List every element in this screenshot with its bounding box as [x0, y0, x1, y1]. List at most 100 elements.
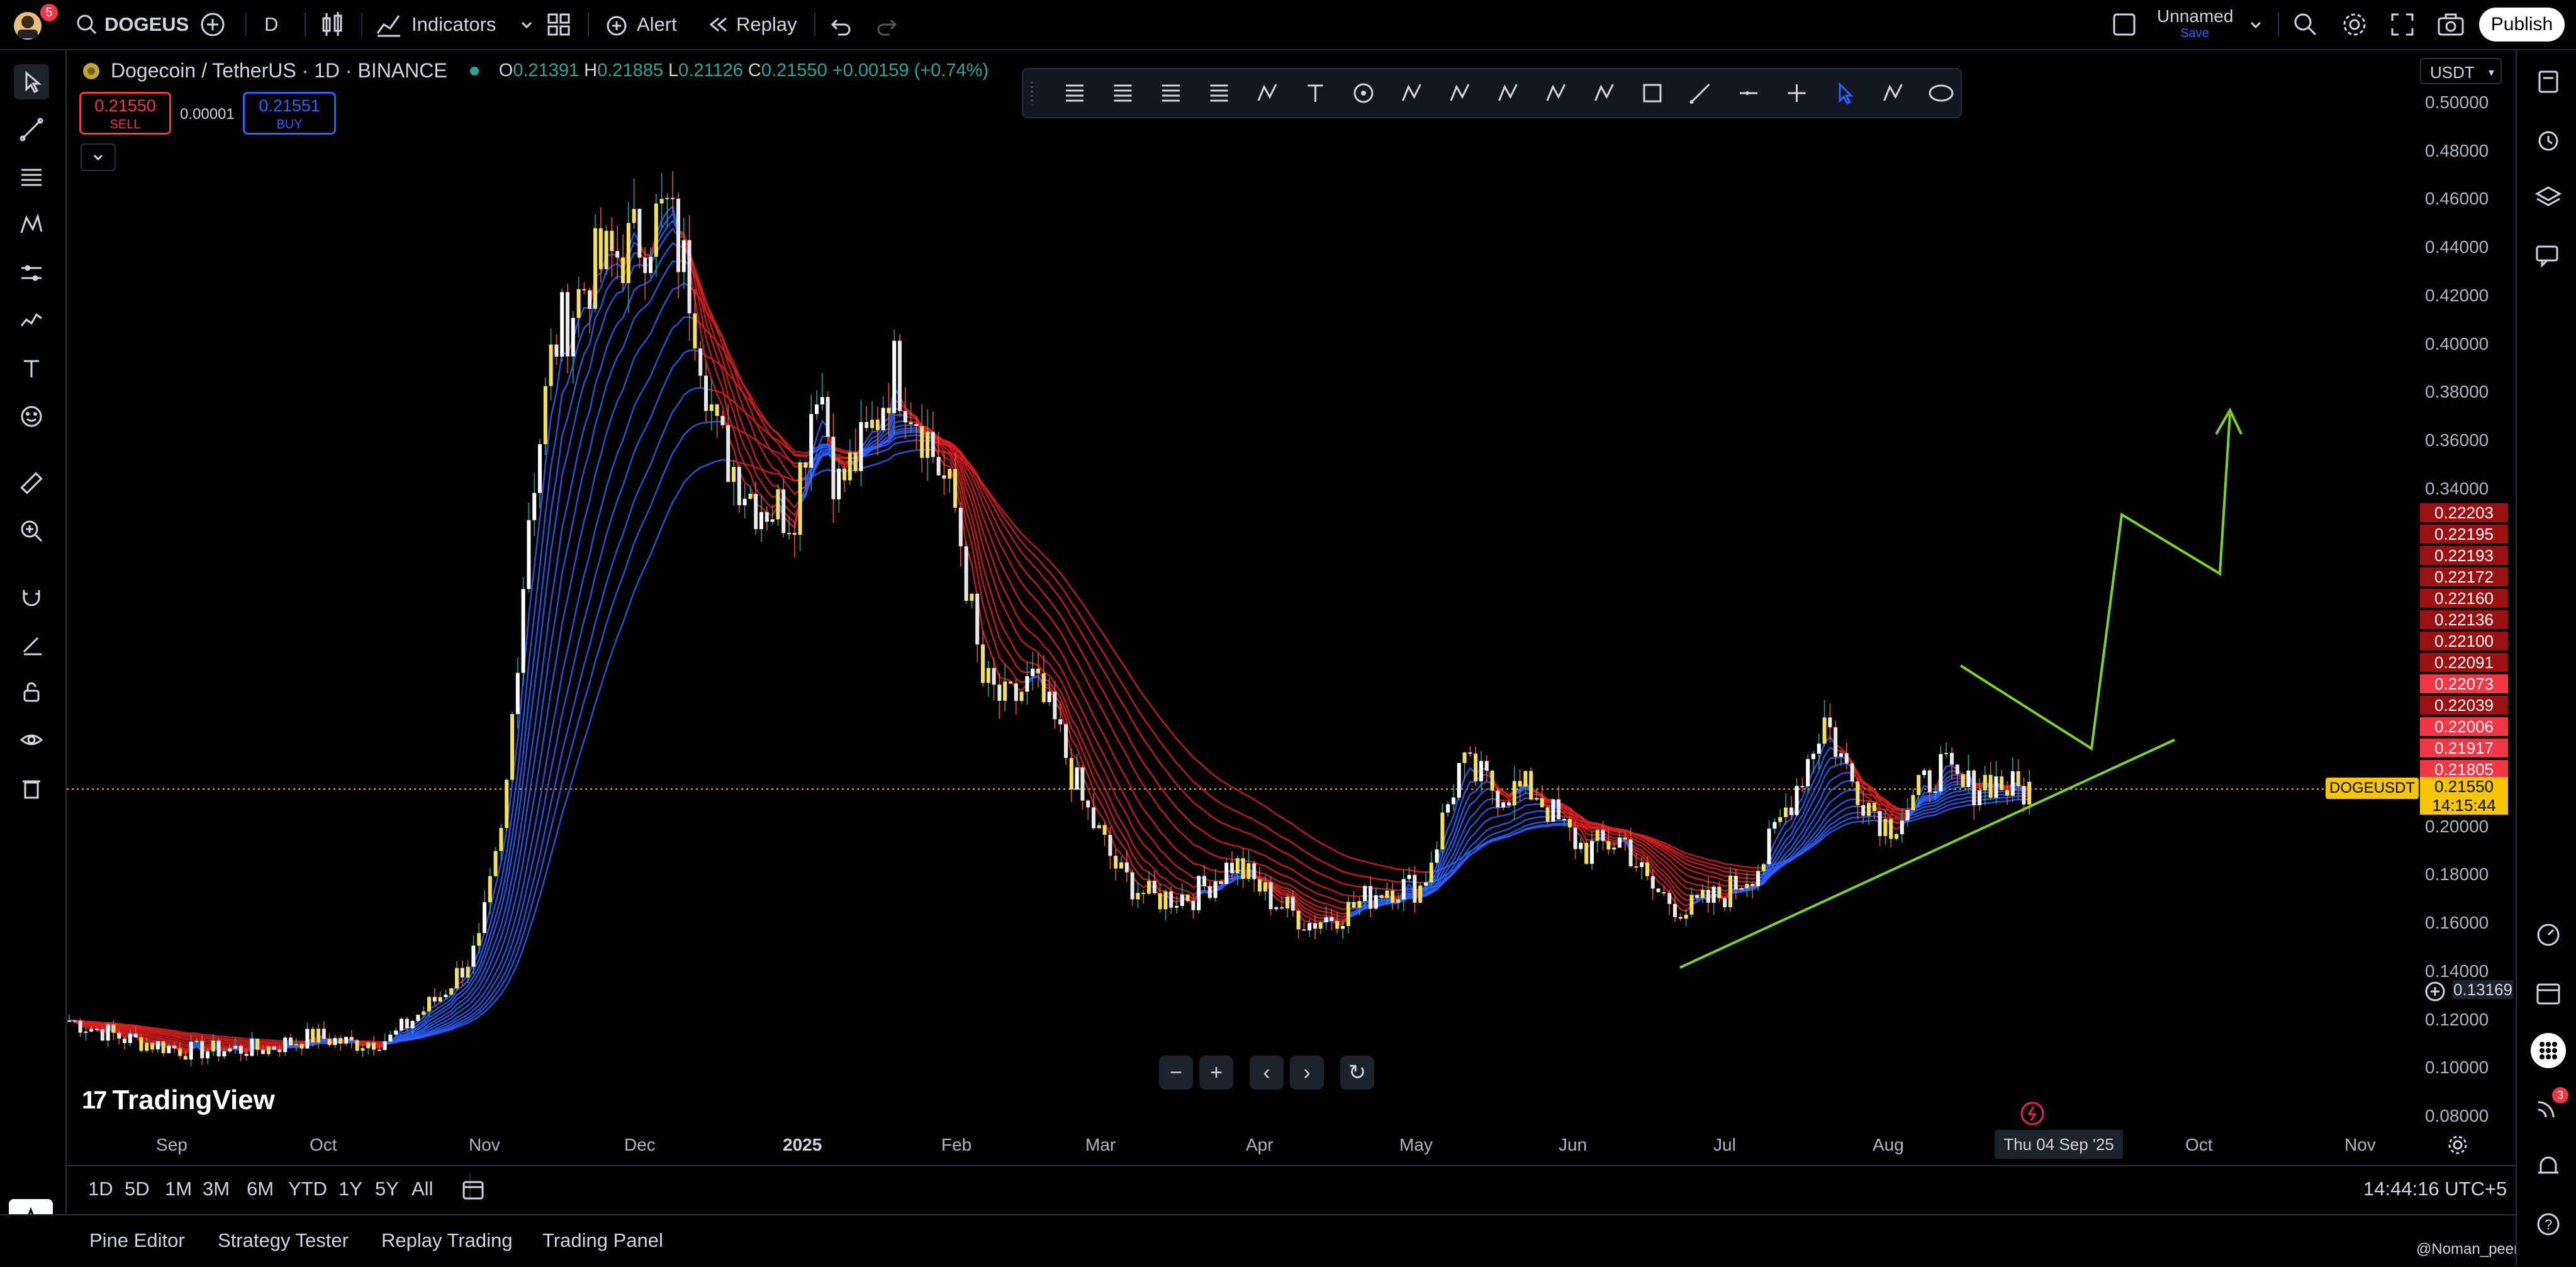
- symbol-search[interactable]: DOGEUS: [74, 0, 189, 49]
- candle-body: [1972, 771, 1976, 805]
- range-5d[interactable]: 5D: [125, 1178, 150, 1200]
- zoom-tool[interactable]: [14, 513, 49, 549]
- candle-body: [1446, 804, 1450, 812]
- brush-tool[interactable]: [14, 303, 49, 338]
- apps-button[interactable]: [2531, 1033, 2566, 1068]
- candle-body: [222, 1051, 226, 1056]
- candle-body: [477, 933, 481, 946]
- undo-button[interactable]: [827, 0, 852, 49]
- utc-clock[interactable]: 14:44:16 UTC+5: [2363, 1178, 2507, 1200]
- zoom-out-button[interactable]: −: [1159, 1056, 1193, 1090]
- layout-select[interactable]: [2112, 0, 2137, 49]
- buy-button[interactable]: 0.21551 BUY: [243, 92, 336, 135]
- bell-icon: [2534, 1153, 2562, 1180]
- remove-drawings-tool[interactable]: [14, 770, 49, 805]
- calendar-button[interactable]: [2531, 975, 2566, 1010]
- scroll-right-button[interactable]: ›: [1290, 1056, 1324, 1090]
- layout-name-block[interactable]: Unnamed Save: [2157, 6, 2232, 41]
- tab-pine-editor[interactable]: Pine Editor: [89, 1229, 185, 1252]
- layout-menu-button[interactable]: [2246, 0, 2265, 49]
- range-1m[interactable]: 1M: [165, 1178, 192, 1200]
- publish-button[interactable]: Publish: [2479, 8, 2565, 42]
- price-axis[interactable]: USDT ▾ 0.500000.480000.460000.440000.420…: [2415, 50, 2509, 1164]
- chart-canvas[interactable]: [67, 50, 2516, 1163]
- ribbon-value-tag: 0.22172: [2420, 567, 2508, 586]
- ideas-stream-button[interactable]: 3: [2531, 1091, 2566, 1126]
- candle-body: [1851, 764, 1854, 782]
- candle-body: [654, 203, 658, 257]
- candle-body: [649, 257, 652, 273]
- calendar-icon[interactable]: [461, 1176, 486, 1202]
- tab-replay-trading[interactable]: Replay Trading: [381, 1229, 513, 1252]
- candle-body: [422, 1012, 425, 1015]
- fullscreen-button[interactable]: [2388, 0, 2416, 49]
- candle-body: [732, 467, 736, 482]
- help-button[interactable]: ?: [2531, 1207, 2566, 1242]
- candle-body: [1452, 798, 1455, 805]
- alerts-button[interactable]: [2531, 122, 2566, 157]
- range-ytd[interactable]: YTD: [288, 1178, 327, 1200]
- range-5y[interactable]: 5Y: [375, 1178, 399, 1200]
- projection-tool[interactable]: [14, 255, 49, 291]
- compare-button[interactable]: [199, 0, 227, 49]
- stay-drawing-tool[interactable]: [14, 627, 49, 662]
- zoom-in-button[interactable]: +: [1199, 1056, 1233, 1090]
- sell-button[interactable]: 0.21550 SELL: [79, 92, 171, 135]
- speedometer-button[interactable]: [2531, 917, 2566, 952]
- trend-line-tool[interactable]: [14, 112, 49, 147]
- lock-tool[interactable]: [14, 674, 49, 710]
- price-chart[interactable]: [67, 50, 2516, 1163]
- add-alert-icon[interactable]: [2424, 980, 2446, 1003]
- candle-body: [483, 902, 486, 933]
- scroll-left-button[interactable]: ‹: [1250, 1056, 1284, 1090]
- gear-icon[interactable]: [2446, 1134, 2469, 1156]
- hide-tool[interactable]: [14, 722, 49, 757]
- symbol-title[interactable]: Dogecoin / TetherUS · 1D · BINANCE: [111, 59, 447, 82]
- measure-tool[interactable]: [14, 466, 49, 501]
- range-6m[interactable]: 6M: [247, 1178, 274, 1200]
- candle-body: [627, 223, 630, 283]
- templates-button[interactable]: [545, 0, 573, 49]
- range-1y[interactable]: 1Y: [339, 1178, 362, 1200]
- brush-icon: [1258, 84, 1276, 101]
- lock-icon: [19, 679, 44, 705]
- candle-body: [167, 1046, 171, 1053]
- ribbon-value-tag: 0.22136: [2420, 610, 2508, 629]
- object-tree-button[interactable]: [2531, 180, 2566, 215]
- chart-type-button[interactable]: [318, 0, 346, 49]
- cursor-tool[interactable]: [14, 64, 49, 99]
- redo-button[interactable]: [876, 0, 901, 49]
- time-axis[interactable]: SepOctNovDec2025FebMarAprMayJunJulAugOct…: [67, 1130, 2415, 1161]
- indicators-button[interactable]: Indicators: [375, 0, 536, 49]
- range-3m[interactable]: 3M: [203, 1178, 230, 1200]
- interval-button[interactable]: D: [264, 0, 278, 49]
- candle-body: [1623, 837, 1627, 839]
- alert-button[interactable]: Alert: [603, 0, 677, 49]
- emoji-tool[interactable]: [14, 399, 49, 434]
- magnet-tool[interactable]: [14, 579, 49, 614]
- replay-button[interactable]: Replay: [705, 0, 797, 49]
- settings-button[interactable]: [2341, 0, 2368, 49]
- range-all[interactable]: All: [412, 1178, 433, 1200]
- candle-body: [1324, 917, 1328, 922]
- snapshot-button[interactable]: [2436, 0, 2465, 49]
- avatar[interactable]: 5: [11, 0, 47, 49]
- candle-body: [372, 1042, 376, 1049]
- candle-body: [510, 714, 514, 779]
- text-tool[interactable]: [14, 351, 49, 386]
- pattern-tool[interactable]: [14, 208, 49, 243]
- range-1d[interactable]: 1D: [88, 1178, 113, 1200]
- tab-trading-panel[interactable]: Trading Panel: [542, 1229, 663, 1252]
- candle-body: [577, 289, 581, 318]
- notifications-button[interactable]: [2531, 1149, 2566, 1184]
- currency-select[interactable]: USDT ▾: [2420, 58, 2502, 84]
- fib-tool[interactable]: [14, 160, 49, 195]
- legend-collapse-button[interactable]: [81, 143, 116, 171]
- lightning-icon[interactable]: [2020, 1101, 2045, 1126]
- watchlist-button[interactable]: [2531, 64, 2566, 99]
- reset-chart-button[interactable]: ↻: [1340, 1056, 1374, 1090]
- chat-button[interactable]: [2531, 238, 2566, 273]
- ruler-icon: [19, 471, 44, 496]
- tab-strategy-tester[interactable]: Strategy Tester: [218, 1229, 349, 1252]
- quick-search-button[interactable]: [2292, 0, 2319, 49]
